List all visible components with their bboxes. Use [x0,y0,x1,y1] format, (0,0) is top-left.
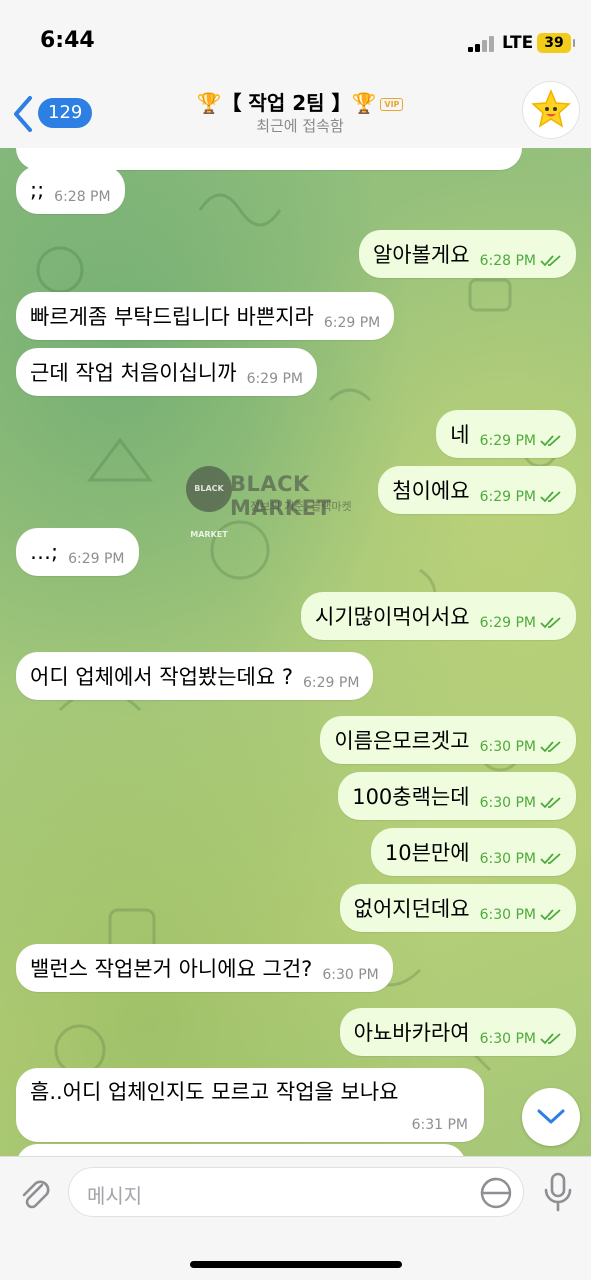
message-time: 6:31 PM [411,1117,468,1133]
message-time-text: 6:29 PM [479,615,536,631]
message-bubble-incoming[interactable]: 밸런스 작업본거 아니에요 그건? 6:30 PM [16,944,393,992]
message-time: 6:30 PM [480,739,562,755]
message-time-text: 6:30 PM [479,795,536,811]
last-seen-status: 최근에 접속함 [256,117,344,135]
trophy-icon: 🏆 [351,91,377,115]
chat-title: 🏆【 작업 2팀 】🏆 VIP [150,90,450,116]
message-text: 아뇨바카라여 [353,1021,470,1045]
message-time: 6:29 PM [246,371,303,387]
chat-title-area[interactable]: 🏆【 작업 2팀 】🏆 VIP 최근에 접속함 [150,90,450,136]
message-time: 6:30 PM [480,907,562,923]
message-text: 알아볼게요 [372,243,470,267]
message-bubble-outgoing[interactable]: 아뇨바카라여 6:30 PM [339,1008,576,1056]
watermark-tagline: 정보의 기준, 블랙마켓 [250,500,352,513]
message-bubble-outgoing[interactable]: 첨이에요 6:29 PM [378,466,576,514]
status-time: 6:44 [40,28,95,53]
read-checks-icon [540,1033,561,1045]
message-time-text: 6:28 PM [479,253,536,269]
read-checks-icon [540,741,561,753]
message-text: 시기많이먹어서요 [315,605,470,629]
message-time: 6:28 PM [480,253,562,269]
message-time: 6:29 PM [480,489,562,505]
message-text: 네 [450,423,470,447]
read-checks-icon [540,491,561,503]
message-bubble-outgoing[interactable]: 알아볼게요 6:28 PM [358,230,576,278]
message-bubble-incoming[interactable]: 흠..어디 업체인지도 모르고 작업을 보나요 6:31 PM [16,1068,484,1142]
message-bubble-outgoing[interactable]: 100충랙는데 6:30 PM [338,772,576,820]
read-checks-icon [540,617,561,629]
sticker-icon[interactable] [479,1176,513,1210]
microphone-icon[interactable] [542,1171,574,1213]
message-time-text: 6:30 PM [479,1031,536,1047]
message-bubble-partial [16,1144,466,1156]
message-time: 6:28 PM [54,189,111,205]
chevron-down-icon [537,1109,565,1124]
message-bubble-outgoing[interactable]: 없어지던데요 6:30 PM [339,884,576,932]
message-time-text: 6:30 PM [479,739,536,755]
paperclip-icon[interactable] [14,1173,54,1213]
read-checks-icon [540,435,561,447]
message-time-text: 6:30 PM [479,851,536,867]
message-bubble-incoming[interactable]: 빠르게좀 부탁드립니다 바쁜지라 6:29 PM [16,292,395,340]
message-time: 6:29 PM [68,551,125,567]
message-text: 100충랙는데 [352,785,470,809]
chat-header: 129 🏆【 작업 2팀 】🏆 VIP 최근에 접속함 [0,82,591,148]
back-chevron-icon[interactable] [10,94,36,134]
message-bubble-incoming[interactable]: …; 6:29 PM [16,528,139,576]
watermark: BLACK MARKET BLACK MARKET 정보의 기준, 블랙마켓 [186,466,406,539]
message-text: 빠르게좀 부탁드립니다 바쁜지라 [30,305,314,329]
message-bubble-incoming[interactable]: ;; 6:28 PM [16,166,125,214]
read-checks-icon [540,909,561,921]
message-time: 6:30 PM [480,851,562,867]
message-time: 6:29 PM [480,615,562,631]
message-text: 밸런스 작업본거 아니에요 그건? [30,957,313,981]
vip-badge: VIP [380,98,404,111]
unread-count-badge[interactable]: 129 [38,98,93,128]
read-checks-icon [540,853,561,865]
message-text: ;; [30,178,45,202]
message-time-text: 6:29 PM [479,489,536,505]
scroll-to-bottom-button[interactable] [522,1088,580,1146]
message-composer: 메시지 [0,1156,591,1280]
read-checks-icon [540,797,561,809]
message-time: 6:30 PM [480,1031,562,1047]
avatar[interactable] [523,82,579,138]
message-text: 이름은모르겟고 [334,729,470,753]
message-input[interactable]: 메시지 [68,1167,524,1217]
message-time: 6:29 PM [480,433,562,449]
message-text: 10븐만에 [384,841,470,865]
message-text: 근데 작업 처음이십니까 [30,361,237,385]
message-text: …; [30,540,59,564]
message-text: 어디 업체에서 작업봤는데요 ? [30,665,294,689]
watermark-logo: BLACK MARKET [186,466,232,539]
message-time: 6:29 PM [303,675,360,691]
star-face-icon [531,89,571,128]
signal-icon [468,36,496,52]
battery-icon: 39 [537,33,575,53]
chat-title-text: 【 작업 2팀 】 [221,91,352,115]
message-text: 흠..어디 업체인지도 모르고 작업을 보나요 [30,1080,399,1104]
message-text: 없어지던데요 [353,897,470,921]
trophy-icon: 🏆 [196,91,222,115]
message-time-text: 6:29 PM [479,433,536,449]
home-indicator [190,1261,402,1268]
network-label: LTE [502,33,534,53]
message-bubble-outgoing[interactable]: 10븐만에 6:30 PM [370,828,576,876]
status-bar: 6:44 LTE 39 [0,0,591,90]
message-bubble-incoming[interactable]: 어디 업체에서 작업봤는데요 ? 6:29 PM [16,652,374,700]
message-time: 6:29 PM [323,315,381,331]
message-bubble-outgoing[interactable]: 이름은모르겟고 6:30 PM [320,716,576,764]
message-list[interactable]: ;; 6:28 PM 알아볼게요 6:28 PM 빠르게좀 부탁드립니다 바쁜지… [0,148,591,1156]
message-bubble-incoming[interactable]: 근데 작업 처음이십니까 6:29 PM [16,348,317,396]
read-checks-icon [540,255,561,267]
message-time-text: 6:30 PM [479,907,536,923]
message-input-placeholder: 메시지 [87,1184,143,1208]
message-time: 6:30 PM [322,967,379,983]
message-time: 6:30 PM [480,795,562,811]
message-bubble-outgoing[interactable]: 네 6:29 PM [436,410,576,458]
message-bubble-outgoing[interactable]: 시기많이먹어서요 6:29 PM [301,592,576,640]
